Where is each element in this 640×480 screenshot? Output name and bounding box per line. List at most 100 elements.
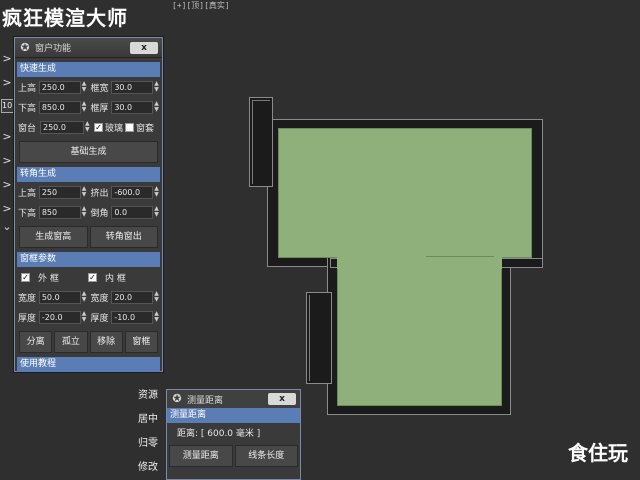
rail-number-box[interactable]: 10 <box>1 99 15 113</box>
outer-frame-checkbox[interactable]: ✓ <box>21 272 30 282</box>
corner-lower-spinner[interactable]: 850 <box>38 205 81 219</box>
rail-arrow[interactable]: > <box>1 178 13 192</box>
frame-button-row: 分离 孤立 移除 窗框 <box>19 331 158 353</box>
section-corner-header[interactable]: 转角生成 <box>17 167 160 182</box>
extrude-label: 挤出 <box>90 188 109 199</box>
corner-upper-spinner[interactable]: 250 <box>38 185 81 199</box>
wall-line <box>309 295 310 381</box>
watermark: 食住玩 <box>568 441 628 465</box>
outer-thickness-spinner[interactable]: -20.0 <box>38 310 81 324</box>
menu-item-center[interactable]: 居中 <box>128 408 168 432</box>
upper-height-spinner[interactable]: 250.0 <box>38 80 81 94</box>
sill-spinner[interactable]: 250.0 <box>40 120 84 134</box>
section-quick-header[interactable]: 快速生成 <box>17 62 160 77</box>
upper-height-label: 上高 <box>18 83 37 94</box>
glass-label: 玻璃 <box>105 123 124 134</box>
spinner-arrows-icon[interactable]: ▲ ▼ <box>154 186 159 198</box>
outer-thickness-label: 厚度 <box>18 313 37 324</box>
spinner-arrows-icon[interactable]: ▲ ▼ <box>82 206 87 218</box>
sill-label: 窗台 <box>18 123 37 134</box>
corner-upper-label: 上高 <box>18 188 37 199</box>
frame-width-label: 框宽 <box>90 83 109 94</box>
spinner-arrows-icon[interactable]: ▲ ▼ <box>154 291 159 303</box>
frame-width-spinner[interactable]: 30.0 <box>111 80 154 94</box>
frame-check-row: ✓ 外 框 ✓ 内 框 <box>15 267 162 287</box>
corner-window-out-button[interactable]: 转角窗出 <box>89 226 158 248</box>
spinner-arrows-icon[interactable]: ▲ ▼ <box>154 206 159 218</box>
window-frame-button[interactable]: 窗框 <box>124 331 158 353</box>
frame-row-1: 宽度 50.0 ▲ ▼ 宽度 20.0 ▲ ▼ <box>15 287 162 307</box>
close-button[interactable]: x <box>268 393 296 405</box>
chamfer-spinner[interactable]: 0.0 <box>111 205 154 219</box>
generate-window-height-button[interactable]: 生成窗高 <box>19 226 88 248</box>
measure-titlebar[interactable]: ✪ 测量距离 x <box>167 390 300 408</box>
room-connector <box>337 255 426 269</box>
spinner-arrows-icon[interactable]: ▲ ▼ <box>82 186 87 198</box>
distance-readout: 距离: [ 600.0 毫米 ] <box>177 429 261 439</box>
rail-arrow[interactable]: > <box>1 202 13 216</box>
inner-thickness-spinner[interactable]: -10.0 <box>111 310 154 324</box>
remove-button[interactable]: 移除 <box>89 331 123 353</box>
measure-title: 测量距离 <box>187 395 224 406</box>
cover-checkbox[interactable] <box>125 122 135 132</box>
spinner-arrows-icon[interactable]: ▲ ▼ <box>154 311 159 323</box>
panel-title: 窗户功能 <box>35 44 72 54</box>
window-function-panel: ✪ 窗户功能 x 快速生成 上高 250.0 ▲ ▼ 框宽 30.0 ▲ ▼ 下高 … <box>14 37 163 372</box>
app-logo-icon: ✪ <box>172 392 182 405</box>
chevron-down-icon[interactable]: ⌄ <box>1 220 13 234</box>
rail-arrow[interactable]: > <box>1 76 13 90</box>
quick-row-1: 上高 250.0 ▲ ▼ 框宽 30.0 ▲ ▼ <box>15 77 162 97</box>
glass-checkbox[interactable]: ✓ <box>94 122 103 132</box>
wall-line <box>252 100 270 101</box>
room-lower[interactable] <box>337 256 502 406</box>
menu-item-modify[interactable]: 修改 <box>128 456 168 480</box>
corner-row-2: 下高 850 ▲ ▼ 倒角 0.0 ▲ ▼ <box>15 202 162 222</box>
inner-frame-label: 内 框 <box>105 273 126 284</box>
measure-panel: ✪ 测量距离 x 测量距离 距离: [ 600.0 毫米 ] 测量距离 线条长度 <box>166 389 301 480</box>
spinner-arrows-icon[interactable]: ▲ ▼ <box>154 81 159 93</box>
corner-lower-label: 下高 <box>18 208 37 219</box>
frame-row-2: 厚度 -20.0 ▲ ▼ 厚度 -10.0 ▲ ▼ <box>15 307 162 327</box>
rail-arrow[interactable]: > <box>1 52 13 66</box>
corner-button-row: 生成窗高 转角窗出 <box>19 226 158 248</box>
inner-thickness-label: 厚度 <box>90 313 109 324</box>
lower-height-label: 下高 <box>18 103 37 114</box>
close-button[interactable]: x <box>130 41 158 54</box>
chamfer-label: 倒角 <box>90 208 109 219</box>
spinner-arrows-icon[interactable]: ▲ ▼ <box>154 101 159 113</box>
measure-button-row: 测量距离 线条长度 <box>167 445 300 467</box>
detach-button[interactable]: 分离 <box>19 331 53 353</box>
viewport-label[interactable]: [+][顶][真实] <box>172 0 230 11</box>
spinner-arrows-icon[interactable]: ▲ ▼ <box>82 291 87 303</box>
outer-width-spinner[interactable]: 50.0 <box>38 290 81 304</box>
spinner-arrows-icon[interactable]: ▲ ▼ <box>82 101 87 113</box>
spinner-arrows-icon[interactable]: ▲ ▼ <box>82 311 87 323</box>
left-rail: > > 10 > > > > ⌄ <box>0 44 15 244</box>
app-logo-icon: ✪ <box>20 40 30 54</box>
menu-item-resources[interactable]: 资源 <box>128 384 168 408</box>
section-frame-header[interactable]: 窗框参数 <box>17 252 160 267</box>
room-upper[interactable] <box>278 128 532 258</box>
spinner-arrows-icon[interactable]: ▲ ▼ <box>82 81 87 93</box>
panel-titlebar[interactable]: ✪ 窗户功能 x <box>15 38 162 58</box>
isolate-button[interactable]: 孤立 <box>54 331 88 353</box>
inner-width-label: 宽度 <box>90 293 109 304</box>
basic-generate-button[interactable]: 基础生成 <box>19 141 158 163</box>
inner-frame-checkbox[interactable]: ✓ <box>88 272 97 282</box>
extrude-spinner[interactable]: -600.0 <box>111 185 154 199</box>
measure-section-header[interactable]: 测量距离 <box>167 408 300 423</box>
inner-width-spinner[interactable]: 20.0 <box>111 290 154 304</box>
cover-label: 窗套 <box>136 123 155 134</box>
menu-item-reset[interactable]: 归零 <box>128 432 168 456</box>
frame-thickness-spinner[interactable]: 30.0 <box>111 100 154 114</box>
frame-thickness-label: 框厚 <box>90 103 109 114</box>
quick-row-3: 窗台 250.0 ▲ ▼ ✓ 玻璃 窗套 <box>15 117 162 137</box>
spinner-arrows-icon[interactable]: ▲ ▼ <box>85 121 90 133</box>
section-tutorial-header[interactable]: 使用教程 <box>17 357 160 372</box>
rail-arrow[interactable]: > <box>1 130 13 144</box>
measure-distance-button[interactable]: 测量距离 <box>169 445 233 467</box>
lower-height-spinner[interactable]: 850.0 <box>38 100 81 114</box>
corner-row-1: 上高 250 ▲ ▼ 挤出 -600.0 ▲ ▼ <box>15 182 162 202</box>
rail-arrow[interactable]: > <box>1 154 13 168</box>
line-length-button[interactable]: 线条长度 <box>234 445 298 467</box>
